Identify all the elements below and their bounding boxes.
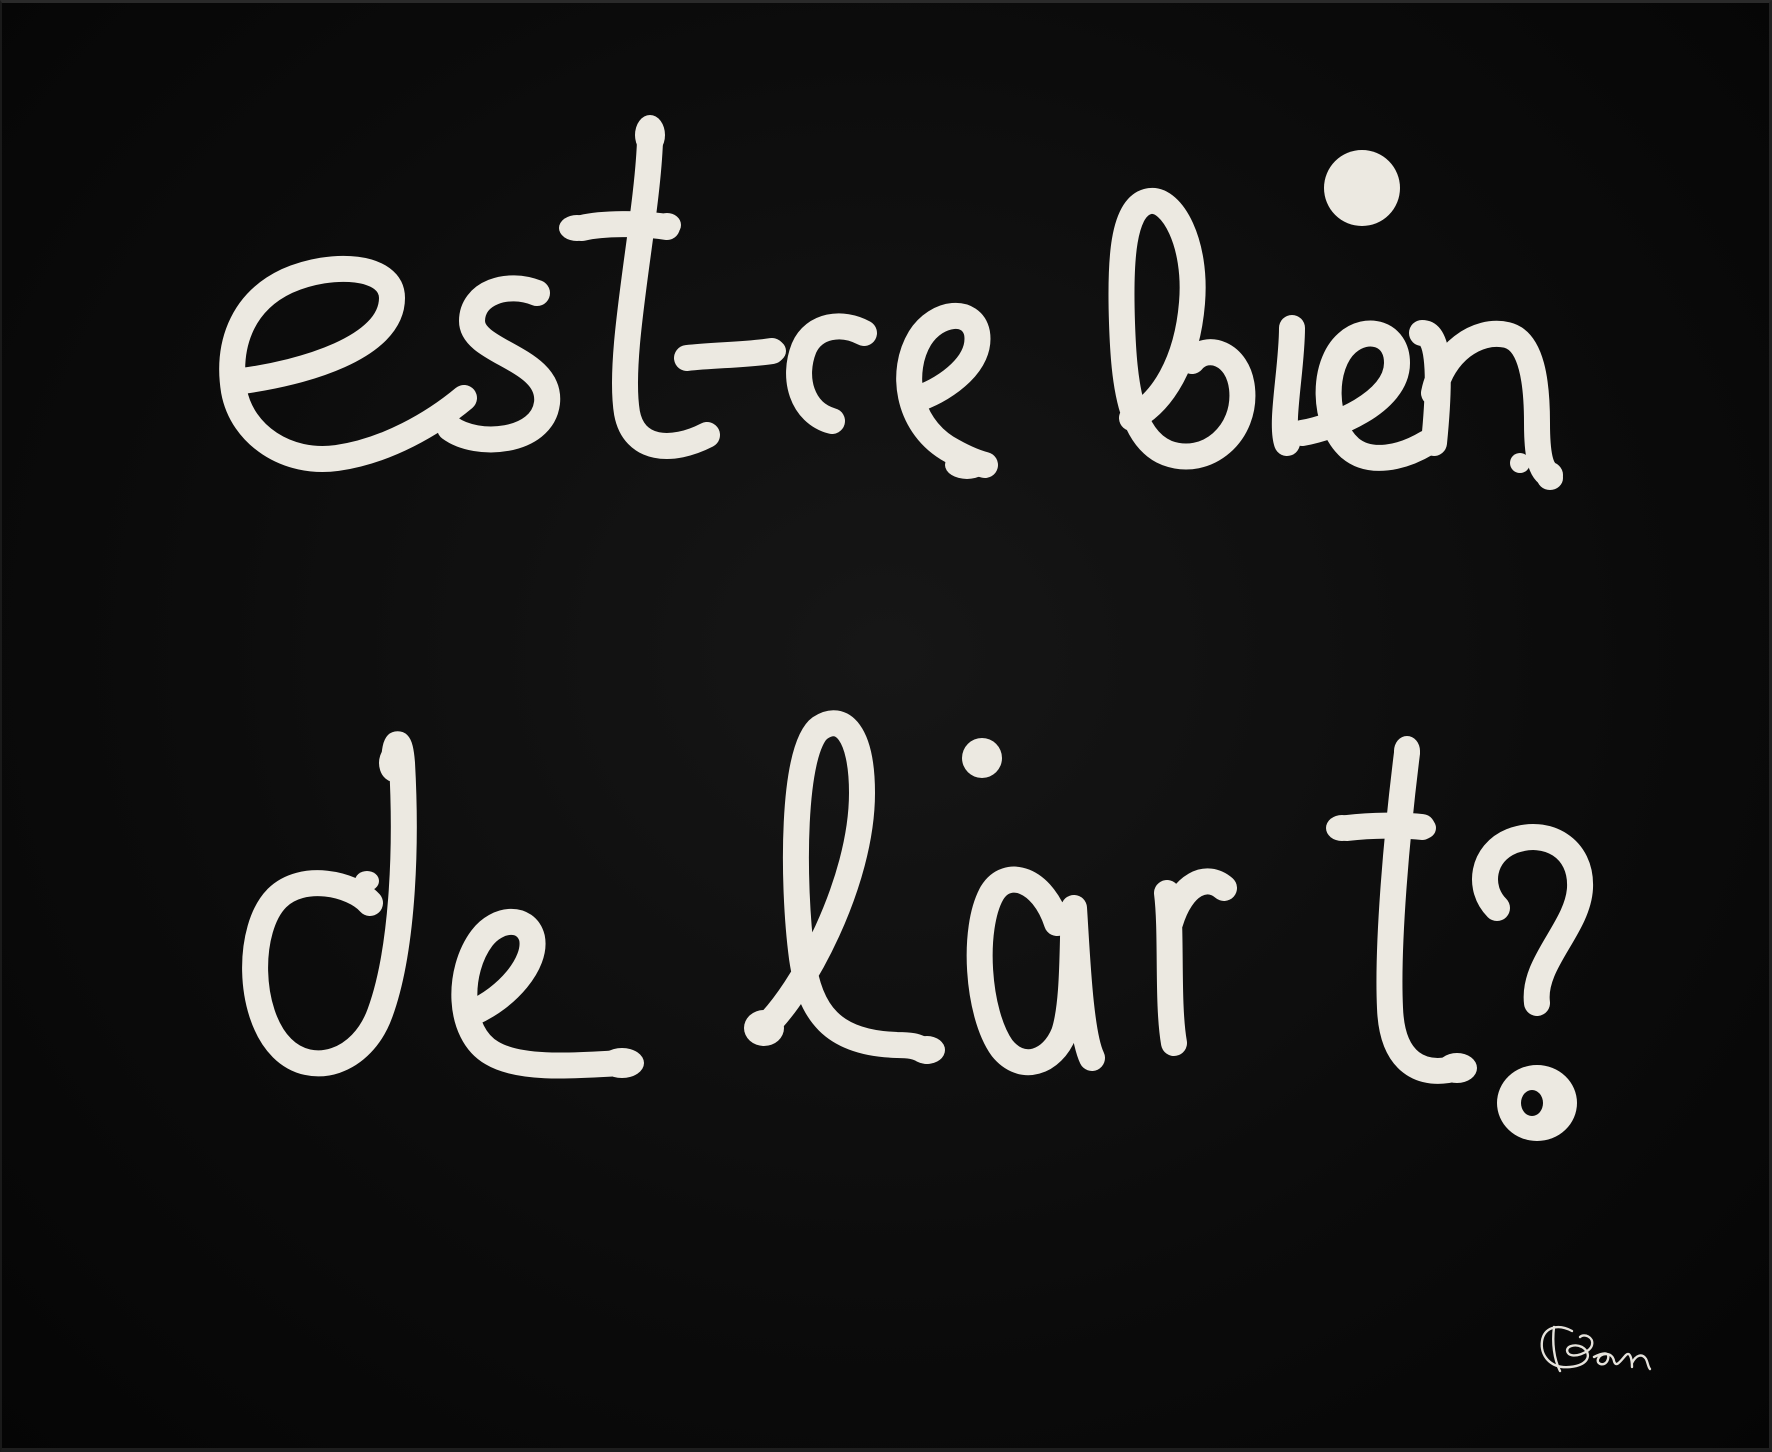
glyph-t-2	[1376, 740, 1470, 1084]
glyph-i	[1271, 315, 1305, 456]
glyph-e-1	[219, 255, 477, 472]
glyph-a	[966, 866, 1105, 1076]
glyph-e-3	[1289, 320, 1440, 471]
signature-ben	[1540, 1325, 1652, 1373]
glyph-i-dot	[1324, 150, 1400, 226]
glyph-apostrophe	[962, 738, 1002, 778]
line-1-script	[219, 115, 1563, 490]
glyph-question-dot	[1497, 1065, 1577, 1141]
glyph-n	[1409, 320, 1563, 488]
line-2-script	[242, 710, 1593, 1141]
glyph-question	[1472, 824, 1593, 1016]
glyph-b	[1108, 188, 1256, 470]
painting-canvas: est-ce bien de l'art? Ben	[0, 0, 1772, 1452]
glyph-d	[242, 731, 417, 1077]
glyph-s	[437, 275, 561, 453]
glyph-e-2	[896, 303, 998, 478]
glyph-l	[751, 710, 940, 1064]
glyph-e-4	[451, 908, 635, 1079]
handwritten-text-artwork	[219, 115, 1652, 1373]
glyph-t-1	[612, 128, 720, 459]
glyph-r	[1154, 868, 1237, 1056]
glyph-t-2-cross	[1334, 812, 1435, 841]
glyph-c	[786, 313, 877, 434]
